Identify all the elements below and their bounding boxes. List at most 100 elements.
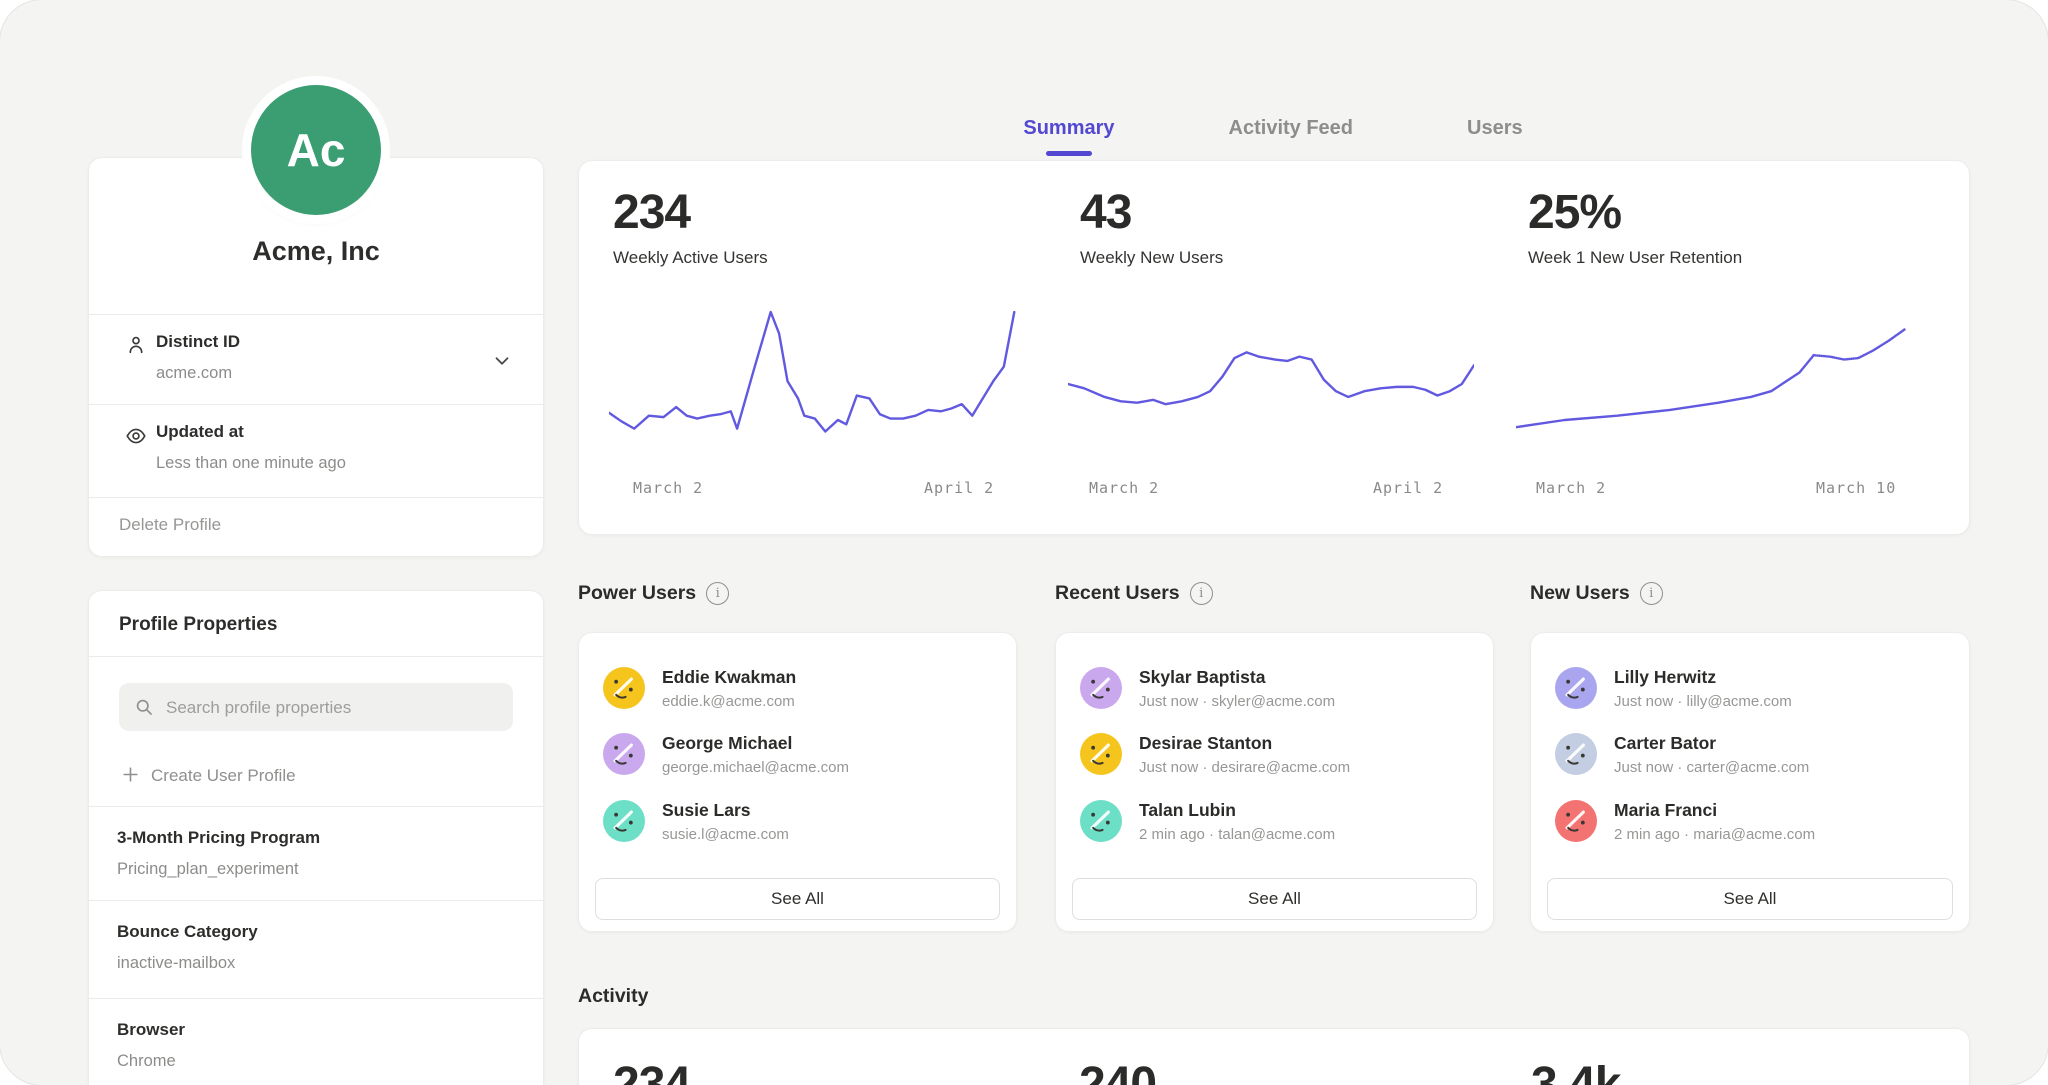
company-avatar: Ac [251,85,381,215]
x-tick: March 2 [1536,479,1606,497]
property-row[interactable]: 3-Month Pricing Program Pricing_plan_exp… [89,806,543,900]
user-subtitle: 2 min ago · talan@acme.com [1139,826,1335,843]
create-user-profile-button[interactable]: Create User Profile [89,749,543,805]
user-name: Eddie Kwakman [662,667,796,688]
info-icon[interactable] [1190,582,1213,605]
see-all-button[interactable]: See All [1547,878,1953,920]
user-row[interactable]: Talan Lubin 2 min ago · talan@acme.com [1080,790,1469,852]
stat-label: Weekly Active Users [613,248,768,268]
user-row[interactable]: Maria Franci 2 min ago · maria@acme.com [1555,790,1945,852]
activity-stat: 234 [613,1057,690,1085]
user-subtitle: george.michael@acme.com [662,759,849,776]
user-avatar [1080,733,1122,775]
user-subtitle: susie.l@acme.com [662,826,789,843]
company-name: Acme, Inc [89,236,543,267]
field-label: Distinct ID [156,332,240,352]
stat-weekly-new-users: 43 [1080,185,1131,240]
eye-icon [125,425,147,447]
stat-weekly-active-users: 234 [613,185,690,240]
user-name: George Michael [662,733,849,754]
info-icon[interactable] [1640,582,1663,605]
section-heading-power-users: Power Users [578,582,729,605]
user-subtitle: Just now · skyler@acme.com [1139,693,1335,710]
stat-label: Weekly New Users [1080,248,1223,268]
property-value: Chrome [117,1052,176,1071]
user-row[interactable]: Desirae Stanton Just now · desirare@acme… [1080,723,1469,785]
x-tick: March 2 [1089,479,1159,497]
property-row[interactable]: Browser Chrome [89,998,543,1085]
profile-properties-card: Profile Properties Create User Profile 3… [88,590,544,1085]
plus-icon [121,765,140,784]
user-subtitle: Just now · lilly@acme.com [1614,693,1792,710]
activity-stat: 240 [1079,1057,1156,1085]
delete-profile-button[interactable]: Delete Profile [89,497,543,555]
weekly-active-users-chart [609,304,1029,464]
x-tick: April 2 [924,479,994,497]
property-row[interactable]: Bounce Category inactive-mailbox [89,900,543,998]
section-title: Recent Users [1055,582,1180,605]
power-users-card: Eddie Kwakman eddie.k@acme.com George Mi… [578,632,1017,932]
see-all-button[interactable]: See All [595,878,1000,920]
user-avatar [1080,800,1122,842]
user-avatar [603,800,645,842]
user-name: Susie Lars [662,800,789,821]
user-row[interactable]: George Michael george.michael@acme.com [603,723,992,785]
user-name: Talan Lubin [1139,800,1335,821]
user-name: Carter Bator [1614,733,1809,754]
stat-week1-retention: 25% [1528,185,1621,240]
property-label: 3-Month Pricing Program [117,828,320,848]
user-row[interactable]: Lilly Herwitz Just now · lilly@acme.com [1555,657,1945,719]
user-name: Skylar Baptista [1139,667,1335,688]
activity-card: 234 240 3.4k [578,1028,1970,1085]
property-label: Browser [117,1020,185,1040]
tab-summary[interactable]: Summary [1023,113,1114,147]
chevron-down-icon[interactable] [491,350,513,372]
section-heading-recent-users: Recent Users [1055,582,1213,605]
recent-users-card: Skylar Baptista Just now · skyler@acme.c… [1055,632,1494,932]
user-avatar [1555,733,1597,775]
property-label: Bounce Category [117,922,258,942]
new-users-card: Lilly Herwitz Just now · lilly@acme.com … [1530,632,1970,932]
delete-profile-label: Delete Profile [119,515,221,535]
tab-users[interactable]: Users [1467,113,1523,147]
user-row[interactable]: Carter Bator Just now · carter@acme.com [1555,723,1945,785]
see-all-button[interactable]: See All [1072,878,1477,920]
field-value: Less than one minute ago [156,454,346,473]
activity-stat: 3.4k [1531,1057,1620,1085]
section-title: New Users [1530,582,1630,605]
user-avatar [1080,667,1122,709]
user-row[interactable]: Skylar Baptista Just now · skyler@acme.c… [1080,657,1469,719]
user-subtitle: Just now · desirare@acme.com [1139,759,1350,776]
profile-properties-title: Profile Properties [119,614,277,636]
create-user-profile-label: Create User Profile [151,766,296,786]
updated-at-row: Updated at Less than one minute ago [89,404,543,497]
profile-summary-card: Acme, Inc Distinct ID acme.com [88,157,544,557]
property-value: Pricing_plan_experiment [117,860,299,879]
distinct-id-row[interactable]: Distinct ID acme.com [89,314,543,404]
user-subtitle: Just now · carter@acme.com [1614,759,1809,776]
stat-label: Week 1 New User Retention [1528,248,1742,268]
activity-heading: Activity [578,985,648,1008]
x-tick: March 2 [633,479,703,497]
divider [89,656,543,657]
weekly-new-users-chart [1068,304,1474,464]
x-tick: March 10 [1816,479,1896,497]
user-name: Desirae Stanton [1139,733,1350,754]
info-icon[interactable] [706,582,729,605]
search-input[interactable] [164,683,508,733]
user-name: Lilly Herwitz [1614,667,1792,688]
user-name: Maria Franci [1614,800,1815,821]
user-avatar [1555,667,1597,709]
section-heading-new-users: New Users [1530,582,1663,605]
tab-activity-feed[interactable]: Activity Feed [1229,113,1353,147]
x-tick: April 2 [1373,479,1443,497]
user-avatar [1555,800,1597,842]
person-icon [125,334,147,356]
week1-retention-chart [1516,304,1921,464]
field-label: Updated at [156,422,244,442]
user-row[interactable]: Eddie Kwakman eddie.k@acme.com [603,657,992,719]
profile-properties-search[interactable] [119,683,513,731]
user-subtitle: 2 min ago · maria@acme.com [1614,826,1815,843]
user-row[interactable]: Susie Lars susie.l@acme.com [603,790,992,852]
user-avatar [603,667,645,709]
